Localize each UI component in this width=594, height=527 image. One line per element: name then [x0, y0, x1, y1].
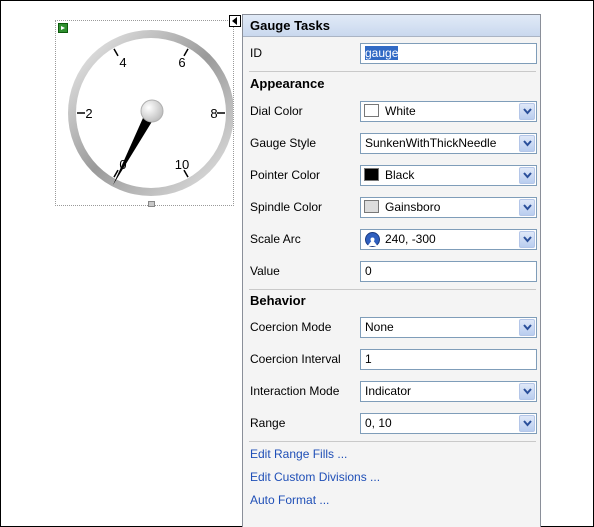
scale-arc-value: 240, -300 — [385, 232, 436, 246]
dial-color-value: White — [385, 104, 416, 118]
chevron-down-icon[interactable] — [519, 167, 535, 184]
coercion-interval-field[interactable]: 1 — [360, 349, 537, 370]
value-row: Value 0 — [243, 255, 540, 287]
scale-arc-icon — [365, 232, 380, 247]
chevron-down-icon[interactable] — [519, 231, 535, 248]
coercion-mode-label: Coercion Mode — [250, 320, 332, 334]
gauge-tasks-panel: Gauge Tasks ID gauge Appearance Dial Col… — [242, 14, 541, 527]
range-select[interactable]: 0, 10 — [360, 413, 537, 434]
coercion-interval-label: Coercion Interval — [250, 352, 341, 366]
scale-arc-row: Scale Arc 240, -300 — [243, 223, 540, 255]
divider — [249, 441, 536, 442]
range-label: Range — [250, 416, 286, 430]
scale-label-10: 10 — [175, 157, 189, 172]
interaction-mode-value: Indicator — [365, 384, 412, 398]
spindle-color-row: Spindle Color Gainsboro — [243, 191, 540, 223]
chevron-down-icon[interactable] — [519, 135, 535, 152]
gauge-dial: 2 4 6 8 10 0 — [68, 30, 233, 196]
coercion-mode-select[interactable]: None — [360, 317, 537, 338]
gauge-style-value: SunkenWithThickNeedle — [365, 136, 497, 150]
value-label: Value — [250, 264, 280, 278]
value-field[interactable]: 0 — [360, 261, 537, 282]
scale-arc-label: Scale Arc — [250, 232, 301, 246]
pointer-color-value: Black — [385, 168, 415, 182]
scale-label-6: 6 — [178, 55, 185, 70]
collapse-panel-button[interactable] — [229, 15, 241, 27]
range-row: Range 0, 10 — [243, 407, 540, 439]
gauge-spindle — [140, 99, 164, 123]
dial-color-select[interactable]: White — [360, 101, 537, 122]
id-row: ID gauge — [243, 37, 540, 69]
dial-color-label: Dial Color — [250, 104, 303, 118]
chevron-down-icon[interactable] — [519, 103, 535, 120]
spindle-color-value: Gainsboro — [385, 200, 441, 214]
edit-range-fills-link[interactable]: Edit Range Fills ... — [250, 447, 347, 461]
chevron-down-icon[interactable] — [519, 383, 535, 400]
id-label: ID — [250, 46, 262, 60]
divider — [249, 289, 536, 290]
gauge-style-label: Gauge Style — [250, 136, 317, 150]
chevron-down-icon[interactable] — [519, 319, 535, 336]
scale-label-8: 8 — [210, 106, 217, 121]
divider — [249, 71, 536, 72]
pointer-color-label: Pointer Color — [250, 168, 321, 182]
scale-label-2: 2 — [85, 106, 92, 121]
edit-custom-divisions-link[interactable]: Edit Custom Divisions ... — [250, 470, 380, 484]
pointer-color-swatch — [364, 168, 379, 181]
interaction-mode-row: Interaction Mode Indicator — [243, 375, 540, 407]
gauge-style-select[interactable]: SunkenWithThickNeedle — [360, 133, 537, 154]
chevron-down-icon[interactable] — [519, 199, 535, 216]
window-frame: 2 4 6 8 10 0 Gauge Tasks ID gauge Appear… — [0, 0, 594, 527]
resize-handle[interactable] — [148, 201, 155, 207]
pointer-color-row: Pointer Color Black — [243, 159, 540, 191]
spindle-color-select[interactable]: Gainsboro — [360, 197, 537, 218]
id-field[interactable]: gauge — [360, 43, 537, 64]
gauge-style-row: Gauge Style SunkenWithThickNeedle — [243, 127, 540, 159]
chevron-down-icon[interactable] — [519, 415, 535, 432]
dial-color-row: Dial Color White — [243, 95, 540, 127]
coercion-mode-row: Coercion Mode None — [243, 311, 540, 343]
coercion-mode-value: None — [365, 320, 394, 334]
scale-label-0: 0 — [119, 157, 126, 172]
pointer-color-select[interactable]: Black — [360, 165, 537, 186]
id-field-value: gauge — [365, 46, 399, 60]
spindle-color-swatch — [364, 200, 379, 213]
interaction-mode-label: Interaction Mode — [250, 384, 340, 398]
scale-arc-select[interactable]: 240, -300 — [360, 229, 537, 250]
range-value: 0, 10 — [365, 416, 392, 430]
spindle-color-label: Spindle Color — [250, 200, 323, 214]
interaction-mode-select[interactable]: Indicator — [360, 381, 537, 402]
scale-label-4: 4 — [119, 55, 126, 70]
auto-format-link[interactable]: Auto Format ... — [250, 493, 329, 507]
dial-color-swatch — [364, 104, 379, 117]
panel-title: Gauge Tasks — [243, 15, 540, 37]
behavior-header: Behavior — [250, 293, 306, 308]
coercion-interval-row: Coercion Interval 1 — [243, 343, 540, 375]
appearance-header: Appearance — [250, 76, 325, 91]
